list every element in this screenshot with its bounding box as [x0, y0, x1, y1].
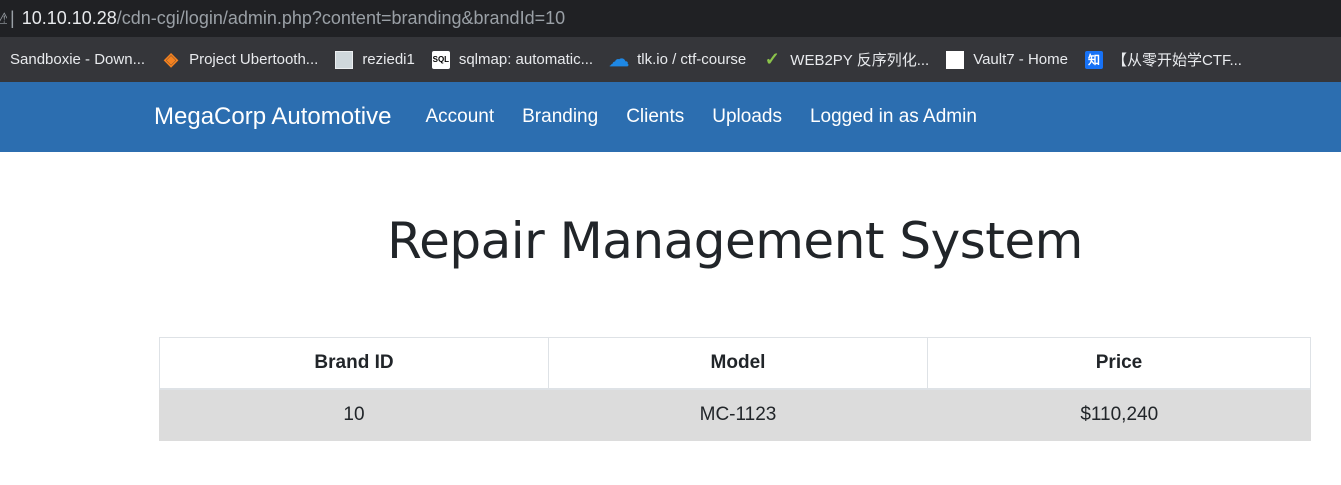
security-indicator-icon[interactable]: ⚠	[0, 9, 7, 29]
column-header-model: Model	[548, 337, 928, 390]
vault-icon	[946, 50, 965, 69]
cell-price: $110,240	[927, 388, 1311, 441]
bookmark-label: Project Ubertooth...	[189, 51, 319, 68]
bookmark-label: tlk.io / ctf-course	[637, 51, 747, 68]
branding-table: Brand ID Model Price 10 MC-1123 $110,240	[159, 337, 1311, 441]
url-path[interactable]: /cdn-cgi/login/admin.php?content=brandin…	[117, 8, 565, 29]
address-separator: |	[10, 8, 15, 28]
cell-brand-id: 10	[159, 388, 549, 441]
url-host[interactable]: 10.10.10.28	[22, 8, 117, 29]
sql-icon: SQL	[431, 50, 450, 69]
table-row: 10 MC-1123 $110,240	[159, 388, 1311, 441]
page-title: Repair Management System	[387, 212, 1083, 270]
bookmark-label: sqlmap: automatic...	[458, 51, 594, 68]
navbar-brand[interactable]: MegaCorp Automotive	[154, 103, 391, 131]
bookmark-label: Sandboxie - Down...	[10, 51, 146, 68]
column-header-price: Price	[927, 337, 1311, 390]
bookmark-vault7[interactable]: Vault7 - Home	[936, 45, 1075, 75]
bookmark-sqlmap[interactable]: SQL sqlmap: automatic...	[422, 45, 600, 75]
bookmark-tlk-io[interactable]: ☁ tlk.io / ctf-course	[600, 45, 753, 75]
diamond-icon: ◈	[164, 49, 178, 69]
column-header-brand-id: Brand ID	[159, 337, 549, 390]
bookmark-project-ubertooth[interactable]: ◈ Project Ubertooth...	[152, 45, 325, 75]
bookmark-sandboxie[interactable]: Sandboxie - Down...	[0, 45, 152, 75]
nav-link-logged-in-user[interactable]: Logged in as Admin	[810, 106, 977, 128]
bookmark-zhihu-ctf[interactable]: 知 【从零开始学CTF...	[1075, 45, 1249, 75]
bookmarks-bar: Sandboxie - Down... ◈ Project Ubertooth.…	[0, 37, 1341, 82]
bookmark-label: WEB2PY 反序列化...	[790, 52, 930, 69]
check-icon: ✓	[764, 49, 780, 69]
bookmark-web2py[interactable]: ✓ WEB2PY 反序列化...	[753, 45, 936, 75]
address-bar[interactable]: ⚠ | 10.10.10.28 /cdn-cgi/login/admin.php…	[0, 0, 1341, 37]
nav-link-branding[interactable]: Branding	[522, 106, 598, 128]
bookmark-reziedi1[interactable]: reziedi1	[325, 45, 422, 75]
nav-link-uploads[interactable]: Uploads	[712, 106, 782, 128]
site-navbar: MegaCorp Automotive Account Branding Cli…	[0, 82, 1341, 152]
zhihu-icon: 知	[1084, 50, 1103, 69]
image-icon	[335, 50, 354, 69]
bookmark-label: 【从零开始学CTF...	[1111, 52, 1242, 69]
nav-link-account[interactable]: Account	[425, 106, 494, 128]
bookmark-label: Vault7 - Home	[973, 51, 1068, 68]
cell-model: MC-1123	[548, 388, 928, 441]
table-header-row: Brand ID Model Price	[159, 337, 1311, 390]
bookmark-label: reziedi1	[362, 51, 415, 68]
nav-link-clients[interactable]: Clients	[626, 106, 684, 128]
cloud-icon: ☁	[609, 49, 630, 71]
